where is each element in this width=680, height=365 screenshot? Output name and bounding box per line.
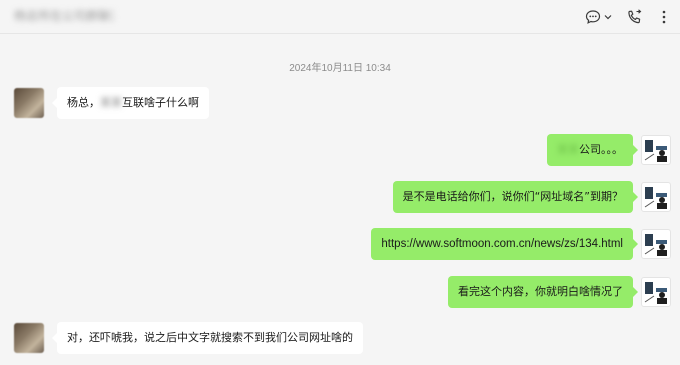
chat-window: 杨总所在公司群聊天 2024年10月11日 10:34 杨总，某某互联啥子什么啊… — [0, 0, 680, 365]
message-text: 是不是电话给你们，说你们“网址域名”到期？ — [402, 190, 623, 203]
redacted-text: 某某 — [100, 96, 122, 109]
message-timestamp: 2024年10月11日 10:34 — [289, 63, 391, 74]
message-text: 互联啥子什么啊 — [122, 96, 199, 109]
message-bubble-received[interactable]: 杨总，某某互联啥子什么啊 — [52, 87, 209, 119]
chat-title: 杨总所在公司群聊天 — [14, 9, 114, 23]
contact-avatar[interactable] — [14, 88, 44, 118]
message-link[interactable]: https://www.softmoon.com.cn/news/zs/134.… — [381, 238, 623, 250]
more-icon — [657, 9, 671, 25]
message-bubble-sent[interactable]: 是不是电话给你们，说你们“网址域名”到期？ — [392, 181, 639, 213]
voice-call-icon — [626, 8, 643, 26]
chat-options-icon — [585, 9, 601, 25]
chat-options-button[interactable] — [585, 6, 612, 28]
my-avatar[interactable] — [641, 135, 671, 165]
message-text: 看完这个内容，你就明白啥情况了 — [458, 285, 623, 298]
message-text: 杨总， — [67, 96, 100, 109]
message-bubble-sent[interactable]: 某某公司。。。 — [547, 134, 638, 166]
contact-avatar[interactable] — [14, 323, 44, 353]
my-avatar[interactable] — [641, 229, 671, 259]
chevron-down-icon — [604, 13, 612, 21]
message-text: 公司。。。 — [579, 143, 623, 156]
chat-header: 杨总所在公司群聊天 — [0, 0, 680, 34]
message-bubble-received[interactable]: 对，还吓唬我，说之后中文字就搜索不到我们公司网址啥的 — [52, 322, 363, 354]
redacted-text: 某某 — [557, 143, 579, 156]
voice-call-button[interactable] — [626, 6, 643, 28]
message-bubble-sent[interactable]: 看完这个内容，你就明白啥情况了 — [448, 276, 638, 308]
message-bubble-sent[interactable]: https://www.softmoon.com.cn/news/zs/134.… — [371, 228, 638, 260]
my-avatar[interactable] — [641, 277, 671, 307]
message-text: 对，还吓唬我，说之后中文字就搜索不到我们公司网址啥的 — [67, 331, 353, 344]
my-avatar[interactable] — [641, 182, 671, 212]
more-button[interactable] — [657, 6, 671, 28]
